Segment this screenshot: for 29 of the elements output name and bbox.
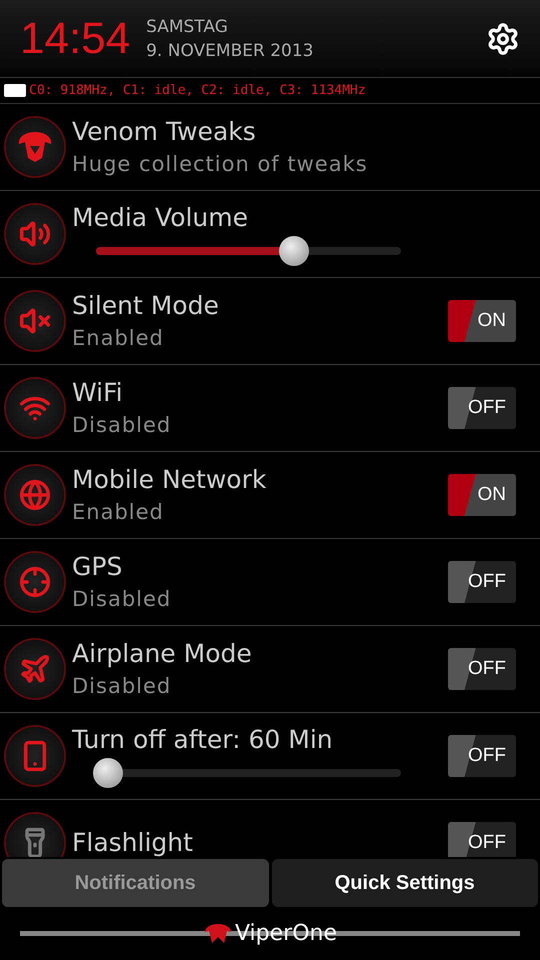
weekday: SAMSTAG [146,16,229,38]
setting-title: WiFi [72,377,124,409]
setting-status: Enabled [72,499,165,526]
setting-status: Huge collection of tweaks [72,151,369,178]
setting-title: Turn off after: 60 Min [72,724,334,756]
setting-title: Media Volume [72,202,250,234]
toggle-switch[interactable]: OFF [448,387,516,429]
tab[interactable]: Notifications [2,859,268,907]
setting-title: GPS [72,551,124,583]
setting-title: Silent Mode [72,290,220,322]
setting-title: Venom Tweaks [72,116,257,148]
setting-status: Disabled [72,412,172,439]
toggle-switch[interactable]: OFF [448,822,516,857]
toggle-switch[interactable]: OFF [448,735,516,777]
cpu-status: C0: 918MHz, C1: idle, C2: idle, C3: 1134MHz [29,83,366,98]
setting-status: Disabled [72,673,172,700]
setting-title: Mobile Network [72,464,268,496]
setting-title: Airplane Mode [72,638,253,670]
setting-title: Flashlight [72,827,194,857]
tab[interactable]: Quick Settings [272,859,538,907]
date: 9. NOVEMBER 2013 [146,40,314,62]
toggle-switch[interactable]: OFF [448,561,516,603]
toggle-switch[interactable]: ON [448,474,516,516]
setting-status: Enabled [72,325,165,352]
toggle-switch[interactable]: OFF [448,648,516,690]
clock-time: 14:54 [20,14,130,64]
toggle-switch[interactable]: ON [448,300,516,342]
brand-name: ViperOne [234,921,338,946]
setting-status: Disabled [72,586,172,613]
